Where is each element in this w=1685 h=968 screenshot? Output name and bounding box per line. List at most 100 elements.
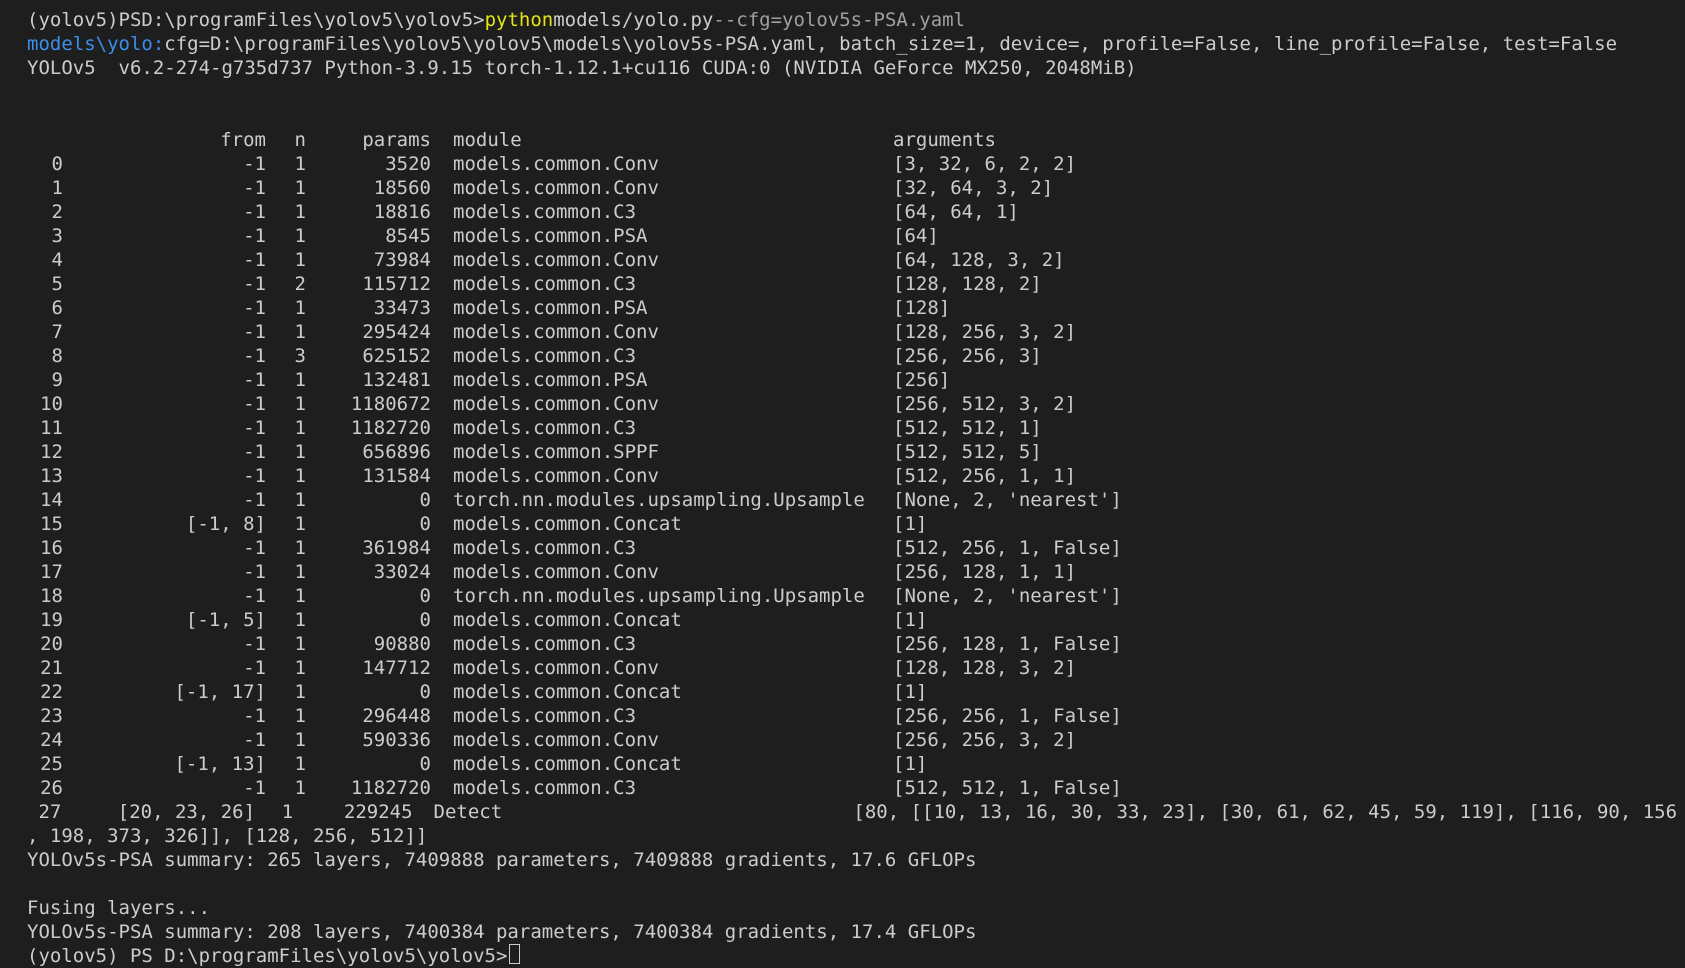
prompt-cwd: D:\programFiles\yolov5\yolov5>	[141, 9, 485, 31]
text-cursor	[509, 944, 521, 964]
row-arguments: [1]	[893, 609, 928, 631]
row-arguments: [256, 256, 1, False]	[893, 705, 1122, 727]
header-idx	[27, 128, 63, 152]
row-params: 1182720	[350, 777, 431, 799]
row-from: -1	[243, 225, 266, 247]
table-row: 2 -1 1 18816 models.common.C3 [64, 64, 1]	[27, 200, 1677, 224]
row-arguments: [64, 64, 1]	[893, 201, 1019, 223]
row-from: -1	[243, 297, 266, 319]
row-from: -1	[243, 705, 266, 727]
row-index: 0	[51, 153, 63, 175]
cfg-prefix-link[interactable]: models\yolo:	[27, 32, 164, 56]
row-arguments: [1]	[893, 681, 928, 703]
row-n: 1	[294, 177, 306, 199]
terminal-output[interactable]: (yolov5) PS D:\programFiles\yolov5\yolov…	[27, 8, 1677, 968]
table-row: 21 -1 1 147712 models.common.Conv [128, 128, …	[27, 656, 1677, 680]
row-index: 13	[40, 465, 63, 487]
row-n: 1	[294, 657, 306, 679]
row-params: 73984	[373, 249, 431, 271]
row-index: 20	[40, 633, 63, 655]
row-from: -1	[243, 657, 266, 679]
row-arguments: [256, 512, 3, 2]	[893, 393, 1077, 415]
cfg-line: models\yolo: cfg=D:\programFiles\yolov5\…	[27, 32, 1677, 56]
row-module: models.common.Conv	[453, 729, 659, 751]
row-n: 1	[294, 393, 306, 415]
row-index: 23	[40, 705, 63, 727]
row-module: models.common.Conv	[453, 657, 659, 679]
row-from: -1	[243, 369, 266, 391]
row-module: models.common.Concat	[453, 681, 682, 703]
row-index: 5	[51, 273, 63, 295]
summary-line-fused: YOLOv5s-PSA summary: 208 layers, 7400384…	[27, 921, 977, 943]
row-from: -1	[243, 201, 266, 223]
row-arguments: [128, 128, 2]	[893, 273, 1042, 295]
row-arguments: [None, 2, 'nearest']	[893, 585, 1122, 607]
row-params: 90880	[373, 633, 431, 655]
table-row: 12 -1 1 656896 models.common.SPPF [512, 512, …	[27, 440, 1677, 464]
table-row: 8 -1 3 625152 models.common.C3 [256, 256, 3]	[27, 344, 1677, 368]
row-arguments: [128, 256, 3, 2]	[893, 321, 1077, 343]
row-n: 1	[294, 633, 306, 655]
row-module: models.common.Conv	[453, 177, 659, 199]
row-index: 22	[40, 681, 63, 703]
row-arguments: [1]	[893, 513, 928, 535]
row-arguments: [512, 512, 1]	[893, 417, 1042, 439]
row-arguments: [None, 2, 'nearest']	[893, 489, 1122, 511]
row-from: [-1, 8]	[185, 513, 266, 535]
row-params: 0	[419, 681, 431, 703]
row-module: models.common.Conv	[453, 249, 659, 271]
row-params: 18816	[373, 201, 431, 223]
row-from: -1	[243, 417, 266, 439]
row-index: 15	[40, 513, 63, 535]
row-arguments: [3, 32, 6, 2, 2]	[893, 153, 1077, 175]
row-module: models.common.Concat	[453, 753, 682, 775]
cmd-executable: python	[484, 9, 554, 31]
table-row: 4 -1 1 73984 models.common.Conv [64, 128, 3, …	[27, 248, 1677, 272]
row-params: 1180672	[350, 393, 431, 415]
row-from: -1	[243, 489, 266, 511]
row-module: models.common.Concat	[453, 609, 682, 631]
row-params: 295424	[362, 321, 431, 343]
fusing-line: Fusing layers...	[27, 897, 211, 919]
row-index: 6	[51, 297, 63, 319]
header-arguments: arguments	[893, 129, 996, 151]
table-row: 23 -1 1 296448 models.common.C3 [256, 256, 1,…	[27, 704, 1677, 728]
row-index: 19	[40, 609, 63, 631]
table-body: 0 -1 1 3520 models.common.Conv [3, 32, 6, 2, …	[27, 152, 1677, 824]
row-params: 131584	[362, 465, 431, 487]
row-n: 1	[294, 369, 306, 391]
row-arguments: [64, 128, 3, 2]	[893, 249, 1065, 271]
row-index: 11	[40, 417, 63, 439]
row-arguments: [256, 256, 3, 2]	[893, 729, 1077, 751]
row-params: 0	[419, 513, 431, 535]
row-from: -1	[243, 153, 266, 175]
row-index: 7	[51, 321, 63, 343]
row-index: 3	[51, 225, 63, 247]
cfg-text: cfg=D:\programFiles\yolov5\yolov5\models…	[164, 33, 1618, 55]
cmd-script: models/yolo.py	[553, 9, 714, 31]
row-from: -1	[243, 729, 266, 751]
row-n: 1	[294, 249, 306, 271]
row-arguments: [80, [[10, 13, 16, 30, 33, 23], [30, 61,…	[853, 801, 1678, 823]
table-row: 19 [-1, 5] 1 0 models.common.Concat [1]	[27, 608, 1677, 632]
row-params: 132481	[362, 369, 431, 391]
row-n: 1	[294, 465, 306, 487]
table-header: from n params module arguments	[27, 128, 1677, 152]
table-row: 15 [-1, 8] 1 0 models.common.Concat [1]	[27, 512, 1677, 536]
row-from: -1	[243, 273, 266, 295]
table-row: 22 [-1, 17] 1 0 models.common.Concat [1]	[27, 680, 1677, 704]
row-module: torch.nn.modules.upsampling.Upsample	[453, 585, 865, 607]
table-row: 14 -1 1 0 torch.nn.modules.upsampling.Upsamp…	[27, 488, 1677, 512]
row-module: models.common.Concat	[453, 513, 682, 535]
row-index: 2	[51, 201, 63, 223]
table-row: 1 -1 1 18560 models.common.Conv [32, 64, 3, 2…	[27, 176, 1677, 200]
row-n: 3	[294, 345, 306, 367]
table-row: 11 -1 1 1182720 models.common.C3 [512, 512, 1…	[27, 416, 1677, 440]
final-prompt-line[interactable]: (yolov5) PS D:\programFiles\yolov5\yolov…	[27, 944, 1677, 968]
row-from: -1	[243, 585, 266, 607]
row-index: 16	[40, 537, 63, 559]
row-module: models.common.PSA	[453, 297, 648, 319]
row-arguments: [32, 64, 3, 2]	[893, 177, 1054, 199]
row-arguments: [512, 512, 5]	[893, 441, 1042, 463]
